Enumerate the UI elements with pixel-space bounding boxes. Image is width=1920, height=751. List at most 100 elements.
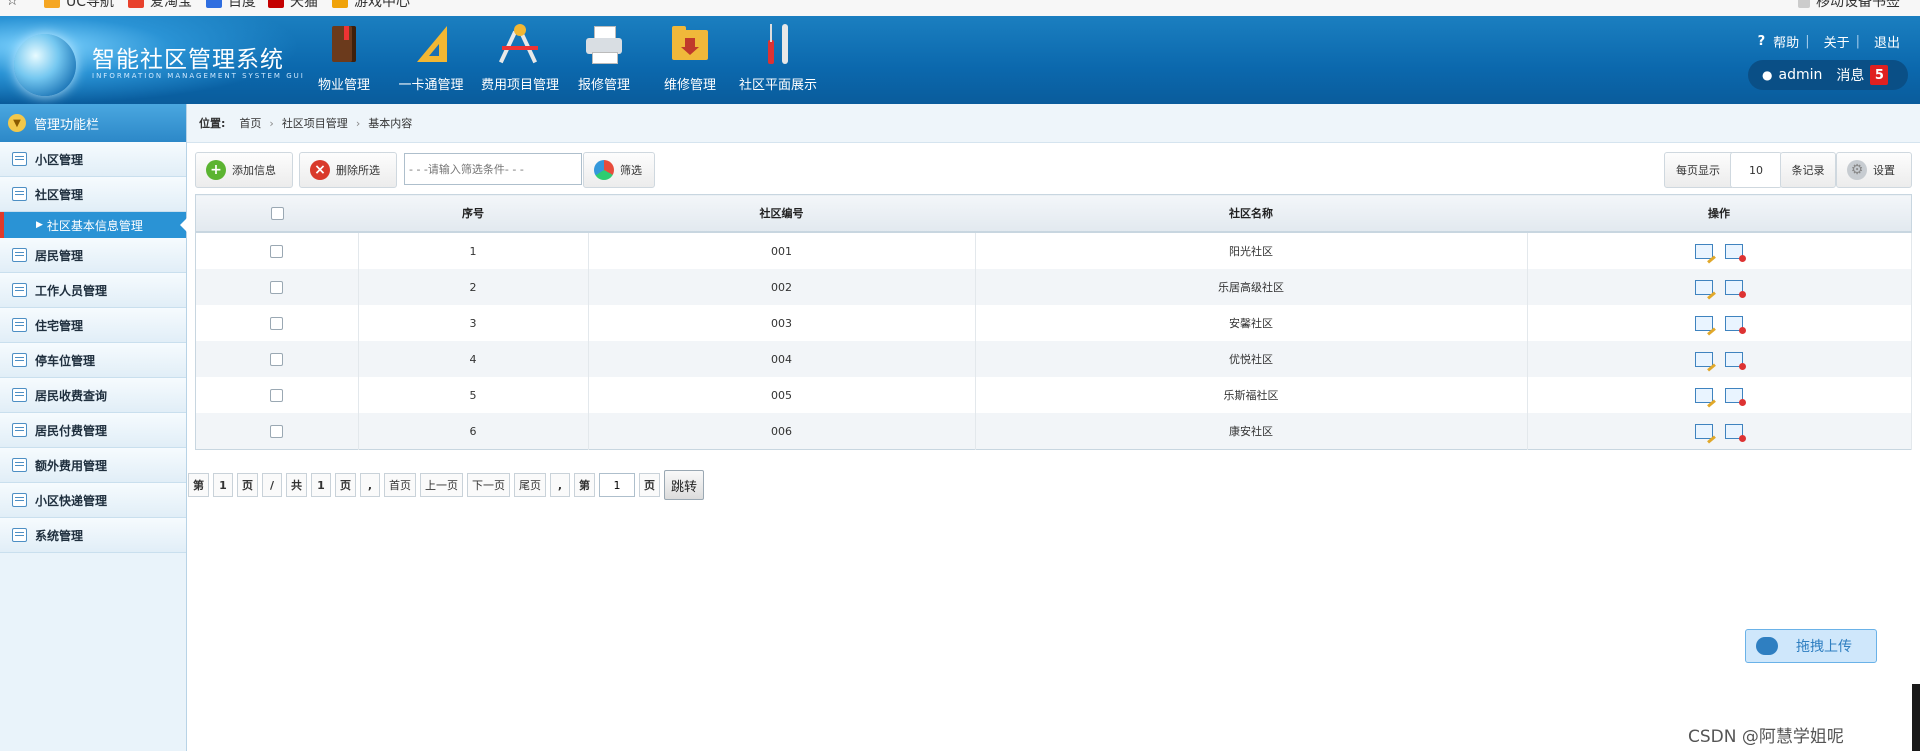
calendar-icon bbox=[12, 493, 27, 507]
breadcrumb-current: 基本内容 bbox=[368, 117, 413, 130]
breadcrumb-project[interactable]: 社区项目管理 bbox=[282, 115, 348, 131]
sidebar-item-fee-query[interactable]: 居民收费查询 bbox=[0, 378, 186, 413]
delete-icon[interactable] bbox=[1725, 243, 1747, 262]
bookmark-mobile[interactable]: 移动设备书签 bbox=[1798, 0, 1900, 10]
edit-icon[interactable] bbox=[1695, 387, 1714, 403]
cloud-icon bbox=[1756, 637, 1778, 655]
drag-upload-widget[interactable]: 拖拽上传 bbox=[1745, 629, 1877, 663]
bookmark-tmall[interactable]: 天猫 bbox=[268, 0, 318, 10]
table-row: 1 001 阳光社区 bbox=[195, 232, 1912, 269]
row-checkbox[interactable] bbox=[270, 316, 284, 330]
tmall-icon bbox=[268, 0, 284, 8]
sidebar-item-residents[interactable]: 居民管理 bbox=[0, 238, 186, 273]
star-icon[interactable]: ☆ bbox=[6, 0, 19, 9]
bookmark-taobao[interactable]: 爱淘宝 bbox=[128, 0, 192, 10]
column-header-name[interactable]: 社区名称 bbox=[975, 194, 1527, 233]
add-button[interactable]: + 添加信息 bbox=[195, 152, 293, 188]
nav-community-map[interactable]: 社区平面展示 bbox=[734, 22, 822, 102]
delete-icon[interactable] bbox=[1725, 315, 1747, 334]
delete-icon[interactable] bbox=[1725, 279, 1747, 298]
message-count-badge: 5 bbox=[1870, 65, 1889, 85]
breadcrumb-home[interactable]: 首页 bbox=[239, 115, 261, 131]
sidebar-header[interactable]: ▼ 管理功能栏 bbox=[0, 104, 186, 142]
bookmark-uc[interactable]: UC导航 bbox=[44, 0, 114, 10]
help-link[interactable]: 帮助 bbox=[1773, 32, 1799, 51]
username[interactable]: admin bbox=[1778, 67, 1822, 83]
row-checkbox[interactable] bbox=[270, 388, 284, 402]
row-checkbox[interactable] bbox=[270, 352, 284, 366]
bookmark-games[interactable]: 游戏中心 bbox=[332, 0, 410, 10]
cell-name: 康安社区 bbox=[975, 413, 1528, 450]
row-checkbox[interactable] bbox=[270, 280, 284, 294]
first-page-button[interactable]: 首页 bbox=[384, 473, 416, 497]
jump-button[interactable]: 跳转 bbox=[664, 470, 705, 500]
breadcrumb-separator-icon: › bbox=[355, 116, 361, 130]
select-all-header bbox=[195, 194, 358, 233]
sidebar-item-extra-fee[interactable]: 额外费用管理 bbox=[0, 448, 186, 483]
edit-icon[interactable] bbox=[1695, 423, 1714, 439]
cell-no: 2 bbox=[358, 269, 589, 305]
user-icon: ● bbox=[1762, 68, 1773, 82]
logout-link[interactable]: 退出 bbox=[1874, 32, 1900, 51]
sidebar-item-payment[interactable]: 居民付费管理 bbox=[0, 413, 186, 448]
edit-icon[interactable] bbox=[1695, 351, 1714, 367]
sidebar-item-community[interactable]: 社区管理 bbox=[0, 177, 186, 212]
edit-icon[interactable] bbox=[1695, 315, 1714, 331]
taobao-icon bbox=[128, 0, 144, 8]
user-pill: ● admin 消息 5 bbox=[1748, 60, 1908, 90]
sidebar-item-express[interactable]: 小区快递管理 bbox=[0, 483, 186, 518]
cell-no: 5 bbox=[358, 377, 589, 413]
nav-fee-items[interactable]: 费用项目管理 bbox=[476, 22, 564, 102]
table-row: 5 005 乐斯福社区 bbox=[195, 377, 1912, 413]
total-pages: 1 bbox=[311, 473, 331, 497]
sidebar-subitem-community-basic[interactable]: ▶ 社区基本信息管理 bbox=[0, 212, 187, 238]
column-header-code[interactable]: 社区编号 bbox=[588, 194, 975, 233]
current-page: 1 bbox=[213, 473, 233, 497]
main-content: 位置: 首页 › 社区项目管理 › 基本内容 + 添加信息 × 删除所选 筛选 … bbox=[187, 104, 1920, 751]
settings-button[interactable]: ⚙ 设置 bbox=[1836, 152, 1912, 188]
game-icon bbox=[332, 0, 348, 8]
per-page-input[interactable]: 10 bbox=[1730, 152, 1782, 188]
edit-icon[interactable] bbox=[1695, 279, 1714, 295]
nav-card[interactable]: 一卡通管理 bbox=[394, 22, 468, 102]
caret-right-icon: ▶ bbox=[36, 220, 43, 230]
next-page-button[interactable]: 下一页 bbox=[467, 473, 510, 497]
sidebar-item-parking[interactable]: 停车位管理 bbox=[0, 343, 186, 378]
delete-icon[interactable] bbox=[1725, 351, 1747, 370]
sidebar-item-estate[interactable]: 小区管理 bbox=[0, 142, 186, 177]
select-all-checkbox[interactable] bbox=[270, 206, 284, 220]
column-header-no[interactable]: 序号 bbox=[358, 194, 588, 233]
messages-link[interactable]: 消息 bbox=[1836, 65, 1864, 85]
cell-code: 006 bbox=[588, 413, 976, 450]
sidebar-item-housing[interactable]: 住宅管理 bbox=[0, 308, 186, 343]
cell-code: 003 bbox=[588, 305, 976, 341]
sidebar-item-staff[interactable]: 工作人员管理 bbox=[0, 273, 186, 308]
last-page-button[interactable]: 尾页 bbox=[514, 473, 546, 497]
app-header: 智能社区管理系统 INFORMATION MANAGEMENT SYSTEM G… bbox=[0, 16, 1920, 104]
bookmark-baidu[interactable]: 百度 bbox=[206, 0, 256, 10]
delete-selected-button[interactable]: × 删除所选 bbox=[299, 152, 397, 188]
community-table: 序号 社区编号 社区名称 操作 1 001 阳光社区 2 002 乐居高级社区 bbox=[195, 194, 1912, 450]
edit-icon[interactable] bbox=[1695, 243, 1714, 259]
toolbar: + 添加信息 × 删除所选 筛选 每页显示 10 条记录 ⚙ 设置 bbox=[195, 152, 1912, 188]
nav-repair-report[interactable]: 报修管理 bbox=[572, 22, 636, 102]
filter-button[interactable]: 筛选 bbox=[583, 152, 655, 188]
nav-maintenance[interactable]: 维修管理 bbox=[658, 22, 722, 102]
filter-input[interactable] bbox=[404, 153, 582, 185]
globe-icon bbox=[14, 34, 76, 96]
app-title: 智能社区管理系统 bbox=[92, 47, 284, 73]
uc-icon bbox=[44, 0, 60, 8]
nav-property[interactable]: 物业管理 bbox=[312, 22, 376, 102]
row-checkbox[interactable] bbox=[270, 244, 284, 258]
calendar-icon bbox=[12, 458, 27, 472]
sidebar-item-system[interactable]: 系统管理 bbox=[0, 518, 186, 553]
goto-page-input[interactable] bbox=[599, 473, 635, 497]
ruler-icon bbox=[409, 22, 453, 66]
delete-icon[interactable] bbox=[1725, 387, 1747, 406]
delete-icon[interactable] bbox=[1725, 423, 1747, 442]
prev-page-button[interactable]: 上一页 bbox=[420, 473, 463, 497]
breadcrumb-separator-icon: › bbox=[269, 116, 274, 130]
row-checkbox[interactable] bbox=[270, 424, 284, 438]
cell-no: 1 bbox=[358, 232, 589, 269]
about-link[interactable]: 关于 bbox=[1824, 32, 1850, 51]
